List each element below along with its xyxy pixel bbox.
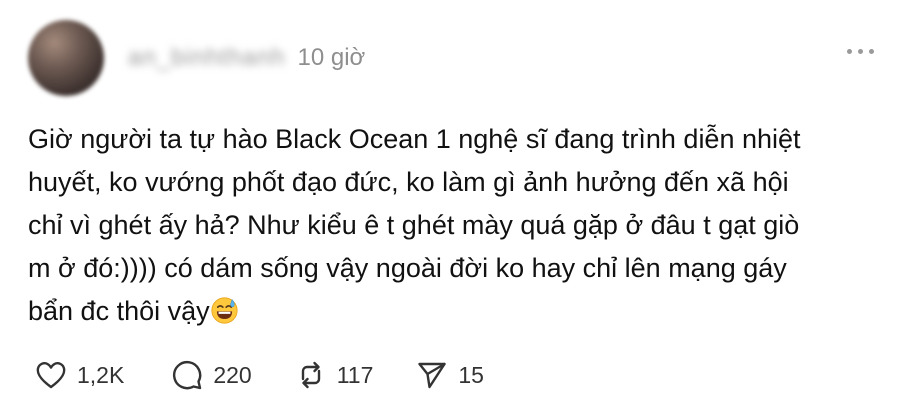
share-button[interactable]: 15: [415, 358, 484, 392]
post-time: 10 giờ: [297, 44, 366, 71]
comment-count: 220: [213, 361, 252, 388]
repost-count: 117: [336, 361, 374, 388]
like-button[interactable]: 1,2K: [34, 358, 124, 392]
like-count: 1,2K: [77, 361, 125, 388]
post-body: Giờ người ta tự hào Black Ocean 1 nghệ s…: [28, 118, 880, 333]
more-dot: [858, 49, 863, 54]
heart-icon: [34, 358, 68, 392]
post-text: Giờ người ta tự hào Black Ocean 1 nghệ s…: [28, 124, 801, 326]
grinning-face-with-sweat-icon: [211, 297, 238, 324]
username[interactable]: an_binhthanh: [128, 44, 285, 72]
thread-post: an_binhthanh 10 giờ Giờ người ta tự hào …: [0, 0, 910, 416]
more-dot: [847, 49, 852, 54]
speech-bubble-icon: [170, 358, 204, 392]
post-header: an_binhthanh 10 giờ: [28, 18, 365, 98]
avatar[interactable]: [28, 20, 104, 96]
repost-button[interactable]: 117: [294, 358, 374, 392]
more-options-icon[interactable]: [847, 49, 874, 54]
share-count: 15: [458, 361, 484, 388]
comment-button[interactable]: 220: [170, 358, 252, 392]
more-dot: [869, 49, 874, 54]
repost-arrows-icon: [294, 358, 328, 392]
paper-plane-icon: [415, 358, 449, 392]
action-bar: 1,2K 220 117 15: [34, 358, 528, 392]
